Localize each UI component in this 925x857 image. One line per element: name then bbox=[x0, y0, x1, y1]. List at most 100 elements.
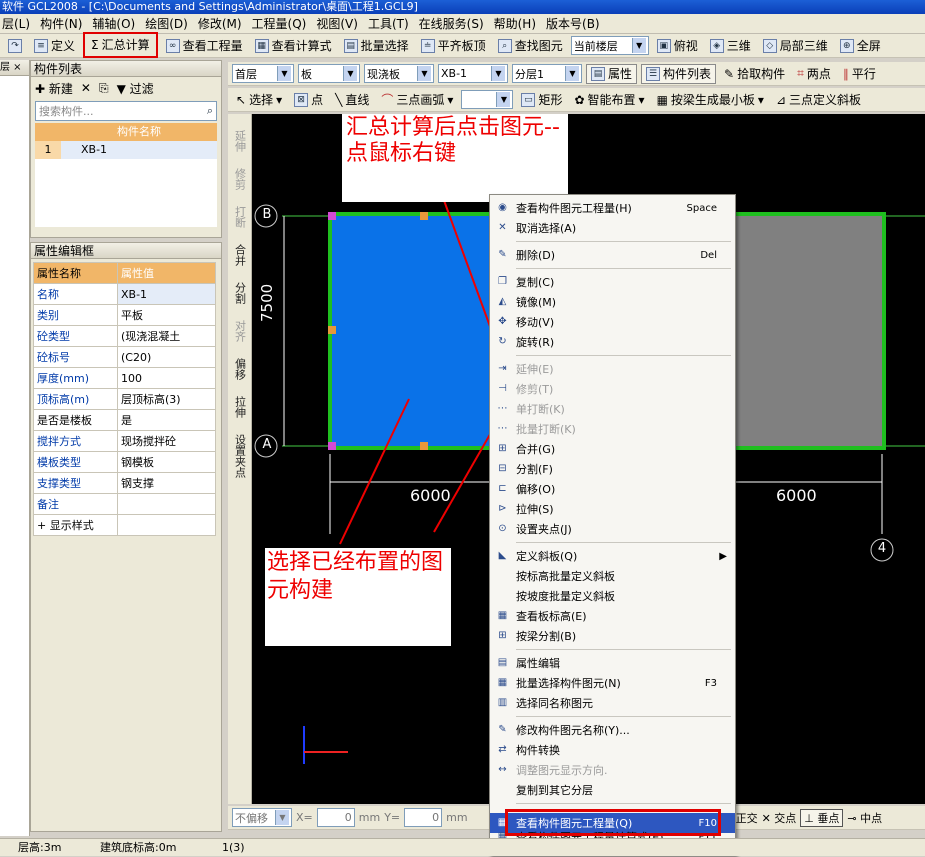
property-value[interactable]: (现浇混凝土 bbox=[117, 325, 216, 347]
property-row[interactable]: 支撑类型 钢支撑 bbox=[33, 472, 216, 494]
grip-handle[interactable] bbox=[328, 442, 336, 450]
view-qty-button[interactable]: ∞ 查看工程量 bbox=[162, 36, 247, 56]
property-row[interactable]: 类别 平板 bbox=[33, 304, 216, 326]
context-menu-item[interactable]: ✎ 删除(D) Del bbox=[490, 245, 735, 265]
property-value[interactable]: 层顶标高(3) bbox=[117, 388, 216, 410]
beam-gen-button[interactable]: ▦ 按梁生成最小板 ▾ bbox=[653, 90, 768, 110]
intersect-button[interactable]: ✕ 交点 bbox=[762, 810, 797, 826]
side-tool[interactable]: 拉伸 bbox=[234, 396, 247, 418]
member-row[interactable]: 1 XB-1 bbox=[35, 141, 217, 159]
property-value[interactable]: 现场搅拌砼 bbox=[117, 430, 216, 452]
menu-item[interactable]: 构件(N) bbox=[40, 15, 82, 32]
grip-handle[interactable] bbox=[328, 212, 336, 220]
property-value[interactable]: 平板 bbox=[117, 304, 216, 326]
context-menu-item[interactable]: ◭ 镜像(M) bbox=[490, 292, 735, 312]
subtype-select[interactable]: 现浇板 ▼ bbox=[364, 64, 434, 83]
menu-item[interactable]: 工具(T) bbox=[368, 15, 409, 32]
property-row[interactable]: 厚度(mm) 100 bbox=[33, 367, 216, 389]
property-value[interactable]: 钢支撑 bbox=[117, 472, 216, 494]
arc-mode-select[interactable]: ▼ bbox=[461, 90, 514, 109]
rect-button[interactable]: ▭ 矩形 bbox=[517, 90, 566, 110]
property-row[interactable]: 名称 XB-1 bbox=[33, 283, 216, 305]
context-menu-item[interactable]: 按坡度批量定义斜板 bbox=[490, 586, 735, 606]
menu-item[interactable]: 视图(V) bbox=[316, 15, 358, 32]
context-menu-item[interactable]: ⋯ 批量打断(K) bbox=[490, 419, 735, 439]
menu-item[interactable]: 层(L) bbox=[2, 15, 30, 32]
floor-select[interactable]: 首层 ▼ bbox=[232, 64, 294, 83]
context-menu-item[interactable]: ◉ 查看构件图元工程量(H) Space bbox=[490, 198, 735, 218]
property-value[interactable] bbox=[117, 493, 216, 515]
context-menu-item[interactable]: ▤ 属性编辑 bbox=[490, 653, 735, 673]
property-row[interactable]: 砼类型 (现浇混凝土 bbox=[33, 325, 216, 347]
property-value[interactable]: (C20) bbox=[117, 346, 216, 368]
context-menu-item[interactable]: ▦ 批量选择构件图元(N) F3 bbox=[490, 673, 735, 693]
context-menu-item[interactable]: ⊟ 分割(F) bbox=[490, 459, 735, 479]
offset-select[interactable]: 不偏移 ▼ bbox=[232, 808, 292, 827]
y-input[interactable]: 0 bbox=[404, 808, 443, 827]
ortho-button[interactable]: 正交 bbox=[736, 810, 758, 826]
layer-select[interactable]: 分层1 ▼ bbox=[512, 64, 582, 83]
perp-button[interactable]: ⊥ 垂点 bbox=[800, 808, 844, 827]
context-menu-item[interactable]: ✥ 移动(V) bbox=[490, 312, 735, 332]
side-tool[interactable]: 修剪 bbox=[234, 168, 247, 190]
context-menu-item[interactable]: ❐ 复制(C) bbox=[490, 272, 735, 292]
context-menu-item[interactable]: ⊳ 拉伸(S) bbox=[490, 499, 735, 519]
property-row[interactable]: 是否是楼板是 bbox=[33, 409, 216, 431]
filter-button[interactable]: ▼ 过滤 bbox=[117, 80, 154, 97]
property-value[interactable]: XB-1 bbox=[117, 283, 216, 305]
member-select[interactable]: XB-1 ▼ bbox=[438, 64, 508, 83]
property-row[interactable]: + 显示样式 bbox=[33, 514, 216, 536]
pick-button[interactable]: ✎ 拾取构件 bbox=[720, 64, 789, 84]
batch-select-button[interactable]: ▤ 批量选择 bbox=[340, 36, 413, 56]
context-menu-item[interactable]: ⇥ 延伸(E) bbox=[490, 359, 735, 379]
side-tool[interactable]: 延伸 bbox=[234, 130, 247, 152]
view-mode-button[interactable]: ▣ 俯视 bbox=[653, 36, 702, 56]
property-value[interactable]: 钢模板 bbox=[117, 451, 216, 473]
context-menu-item[interactable]: ⊏ 偏移(O) bbox=[490, 479, 735, 499]
side-tool[interactable]: 偏移 bbox=[234, 358, 247, 380]
context-menu-item[interactable]: 按标高批量定义斜板 bbox=[490, 566, 735, 586]
side-tool[interactable]: 打断 bbox=[234, 206, 247, 228]
copy-icon[interactable]: ⎘ bbox=[99, 81, 109, 96]
menu-item[interactable]: 绘图(D) bbox=[145, 15, 188, 32]
side-tool[interactable]: 设置夹点 bbox=[234, 434, 247, 478]
grip-handle[interactable] bbox=[328, 326, 336, 334]
context-menu-item[interactable]: 复制到其它分层 bbox=[490, 780, 735, 800]
select-button[interactable]: ↖ 选择 ▾ bbox=[232, 90, 286, 110]
x-input[interactable]: 0 bbox=[316, 808, 355, 827]
arc-button[interactable]: ⌒ 三点画弧 ▾ bbox=[377, 90, 457, 110]
member-search-input[interactable]: 搜索构件... ⌕ bbox=[35, 101, 217, 121]
context-menu-item[interactable]: ⋯ 单打断(K) bbox=[490, 399, 735, 419]
parallel-button[interactable]: ∥ 平行 bbox=[839, 64, 880, 84]
context-menu-item[interactable]: ▥ 选择同名称图元 bbox=[490, 693, 735, 713]
menu-item[interactable]: 辅轴(O) bbox=[92, 15, 135, 32]
side-tool[interactable]: 对齐 bbox=[234, 320, 247, 342]
context-menu-item[interactable]: ↻ 旋转(R) bbox=[490, 332, 735, 352]
context-menu-item[interactable]: ⊣ 修剪(T) bbox=[490, 379, 735, 399]
search-icon[interactable]: ⌕ bbox=[207, 104, 216, 118]
context-menu-item[interactable]: ▦ 查看板标高(E) bbox=[490, 606, 735, 626]
find-button[interactable]: ⌕ 查找图元 bbox=[494, 36, 567, 56]
property-row[interactable]: 备注 bbox=[33, 493, 216, 515]
property-value[interactable] bbox=[117, 514, 216, 536]
property-row[interactable]: 搅拌方式 现场搅拌砼 bbox=[33, 430, 216, 452]
context-menu-item[interactable]: ⊞ 按梁分割(B) bbox=[490, 626, 735, 646]
property-row[interactable]: 顶标高(m) 层顶标高(3) bbox=[33, 388, 216, 410]
line-button[interactable]: ╲ 直线 bbox=[331, 90, 373, 110]
context-menu-item[interactable]: ✕ 取消选择(A) bbox=[490, 218, 735, 238]
slope-button[interactable]: ⊿ 三点定义斜板 bbox=[772, 90, 865, 110]
current-floor-select[interactable]: 当前楼层 ▼ bbox=[570, 36, 649, 55]
flush-top-button[interactable]: ≐ 平齐板顶 bbox=[417, 36, 490, 56]
sum-calc-button[interactable]: Σ 汇总计算 bbox=[83, 31, 158, 58]
property-row[interactable]: 砼标号 (C20) bbox=[33, 346, 216, 368]
delete-icon[interactable]: ✕ bbox=[81, 81, 91, 95]
menu-item[interactable]: 工程量(Q) bbox=[252, 15, 307, 32]
new-button[interactable]: ✚ 新建 bbox=[35, 80, 73, 97]
view-formula-button[interactable]: ▦ 查看计算式 bbox=[251, 36, 336, 56]
property-button[interactable]: ▤ 属性 bbox=[586, 63, 638, 84]
menu-item[interactable]: 修改(M) bbox=[198, 15, 242, 32]
menu-item[interactable]: 在线服务(S) bbox=[419, 15, 484, 32]
smart-layout-button[interactable]: ✿ 智能布置 ▾ bbox=[570, 90, 648, 110]
redo-button[interactable]: ↷ bbox=[4, 36, 26, 56]
fullscreen-button[interactable]: ⊕ 全屏 bbox=[836, 36, 885, 56]
